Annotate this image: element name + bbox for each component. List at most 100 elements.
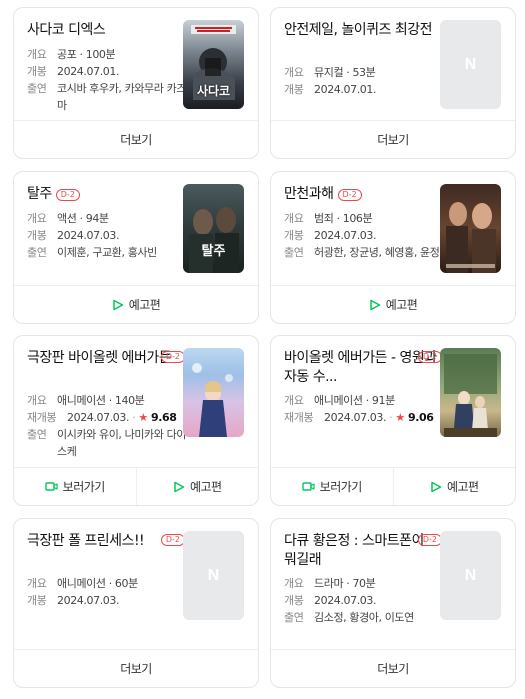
more-button[interactable]: 더보기: [14, 650, 258, 687]
star-icon: ★: [138, 411, 148, 424]
movie-title[interactable]: 바이올렛 에버가든 - 영원과 자동 수... D-2: [284, 349, 442, 387]
poster-title: 사다코: [196, 84, 231, 98]
movie-card[interactable]: 극장판 바이올렛 에버가든 D-2 개요 애니메이션 · 140분 재개봉 2024.…: [13, 335, 259, 506]
movie-info: 개요 드라마 · 70분 개봉 2024.07.03. 출연 김소정, 황경아, 이도…: [284, 575, 444, 626]
movie-info: 개요 애니메이션 · 60분 개봉 2024.07.03.: [27, 575, 187, 609]
info-label: 개봉: [27, 229, 47, 242]
star-icon: ★: [395, 411, 405, 424]
movie-poster[interactable]: [183, 348, 244, 437]
rating-value: 9.06: [407, 411, 434, 424]
play-icon: [112, 299, 123, 310]
more-button[interactable]: 더보기: [271, 121, 515, 158]
watch-button[interactable]: 보러가기: [271, 468, 393, 505]
movie-title[interactable]: 사다코 디엑스: [27, 21, 182, 40]
info-label: 개요: [27, 394, 47, 407]
poster-art: [192, 363, 233, 437]
poster-art: [446, 202, 496, 273]
card-footer: 예고편: [271, 285, 515, 323]
movie-title[interactable]: 극장판 폴 프린세스!! D-2: [27, 532, 185, 551]
movie-poster[interactable]: 탈주: [183, 184, 244, 273]
play-icon: [174, 481, 185, 492]
movie-title[interactable]: 만천과해 D-2: [284, 185, 439, 204]
poster-placeholder[interactable]: N: [183, 531, 244, 620]
info-label: 개요: [27, 48, 47, 61]
info-value[interactable]: 이시카와 유이, 나미카와 다이스케: [57, 426, 187, 460]
info-value[interactable]: 허광한, 장균녕, 혜영홍, 윤정: [314, 244, 444, 261]
d-day-badge: D-2: [417, 534, 442, 546]
movie-card-grid: 사다코 디엑스 개요 공포 · 100분 개봉 2024.07.01. 출연 코시바 …: [0, 0, 525, 699]
trailer-button[interactable]: 예고편: [135, 468, 259, 505]
info-value: 2024.07.03.: [57, 229, 120, 242]
poster-placeholder[interactable]: N: [440, 20, 501, 109]
info-value: 애니메이션 · 60분: [57, 577, 138, 590]
card-footer: 더보기: [271, 649, 515, 687]
info-label: 재개봉: [284, 411, 314, 424]
info-value: 2024.07.03.: [67, 411, 130, 424]
info-value[interactable]: 코시바 후우카, 카와무라 카즈마: [57, 80, 187, 114]
info-label: 출연: [284, 246, 304, 259]
movie-info: 개요 애니메이션 · 140분 재개봉 2024.07.03. · ★ 9.68 출…: [27, 394, 187, 460]
info-value: 2024.07.03.: [57, 594, 120, 607]
movie-title[interactable]: 극장판 바이올렛 에버가든 D-2: [27, 349, 185, 368]
card-footer: 더보기: [271, 120, 515, 158]
info-value: 2024.07.03.: [324, 411, 387, 424]
movie-title[interactable]: 안전제일, 놀이퀴즈 최강전: [284, 21, 439, 40]
more-button[interactable]: 더보기: [271, 650, 515, 687]
info-label: 개요: [284, 212, 304, 225]
movie-poster[interactable]: 사다코: [183, 20, 244, 109]
poster-placeholder[interactable]: N: [440, 531, 501, 620]
info-value: 공포 · 100분: [57, 48, 116, 61]
info-label: 개봉: [284, 229, 304, 242]
movie-info: 개요 범죄 · 106분 개봉 2024.07.03. 출연 허광한, 장균녕, 혜영…: [284, 210, 444, 261]
poster-art: [189, 207, 239, 273]
movie-card[interactable]: 사다코 디엑스 개요 공포 · 100분 개봉 2024.07.01. 출연 코시바 …: [13, 7, 259, 159]
movie-card[interactable]: 탈주 D-2 개요 액션 · 94분 개봉 2024.07.03. 출연 이제훈, 구교…: [13, 171, 259, 324]
info-label: 개요: [27, 212, 47, 225]
info-label: 개요: [284, 66, 304, 79]
movie-card[interactable]: 만천과해 D-2 개요 범죄 · 106분 개봉 2024.07.03. 출연 허광한,…: [270, 171, 516, 324]
info-label: 개봉: [27, 594, 47, 607]
movie-title[interactable]: 다큐 황은정 : 스마트폰이 뭐길래 D-2: [284, 532, 442, 570]
movie-info: 개요 공포 · 100분 개봉 2024.07.01. 출연 코시바 후우카, 카와무…: [27, 46, 187, 114]
info-value: 드라마 · 70분: [314, 577, 376, 590]
camera-icon: [301, 482, 315, 491]
poster-art: [444, 354, 497, 437]
info-value: 2024.07.01.: [57, 65, 120, 78]
info-value[interactable]: 김소정, 황경아, 이도연: [314, 609, 444, 626]
play-icon: [431, 481, 442, 492]
movie-card[interactable]: 바이올렛 에버가든 - 영원과 자동 수... D-2 개요 애니메이션 · 91분…: [270, 335, 516, 506]
trailer-button[interactable]: 예고편: [392, 468, 516, 505]
info-value: 액션 · 94분: [57, 212, 109, 225]
d-day-badge: D-2: [160, 534, 185, 546]
info-value: 애니메이션 · 91분: [314, 394, 395, 407]
poster-title: 탈주: [201, 244, 226, 259]
movie-title[interactable]: 탈주 D-2: [27, 185, 182, 204]
trailer-button[interactable]: 예고편: [14, 286, 258, 323]
movie-poster[interactable]: [440, 184, 501, 273]
movie-card[interactable]: 극장판 폴 프린세스!! D-2 개요 애니메이션 · 60분 개봉 2024.07.…: [13, 518, 259, 688]
info-value[interactable]: 이제훈, 구교환, 홍사빈: [57, 244, 187, 261]
movie-poster[interactable]: [440, 348, 501, 437]
trailer-button[interactable]: 예고편: [271, 286, 515, 323]
d-day-badge: D-2: [160, 351, 185, 363]
info-value: 뮤지컬 · 53분: [314, 66, 376, 79]
card-footer: 보러가기 예고편: [271, 467, 515, 505]
more-button[interactable]: 더보기: [14, 121, 258, 158]
info-label: 출연: [27, 82, 47, 95]
card-footer: 더보기: [14, 120, 258, 158]
watch-button[interactable]: 보러가기: [14, 468, 136, 505]
movie-info: 개요 뮤지컬 · 53분 개봉 2024.07.01.: [284, 64, 444, 98]
info-label: 개요: [284, 394, 304, 407]
naver-placeholder-icon: N: [207, 566, 220, 584]
info-value: 애니메이션 · 140분: [57, 394, 145, 407]
card-footer: 예고편: [14, 285, 258, 323]
movie-card[interactable]: 안전제일, 놀이퀴즈 최강전 개요 뮤지컬 · 53분 개봉 2024.07.01.…: [270, 7, 516, 159]
card-footer: 더보기: [14, 649, 258, 687]
movie-card[interactable]: 다큐 황은정 : 스마트폰이 뭐길래 D-2 개요 드라마 · 70분 개봉 2024…: [270, 518, 516, 688]
play-icon: [369, 299, 380, 310]
info-label: 출연: [284, 611, 304, 624]
camera-icon: [44, 482, 58, 491]
info-label: 출연: [27, 246, 47, 259]
info-label: 개봉: [284, 83, 304, 96]
d-day-badge: D-2: [55, 189, 80, 201]
